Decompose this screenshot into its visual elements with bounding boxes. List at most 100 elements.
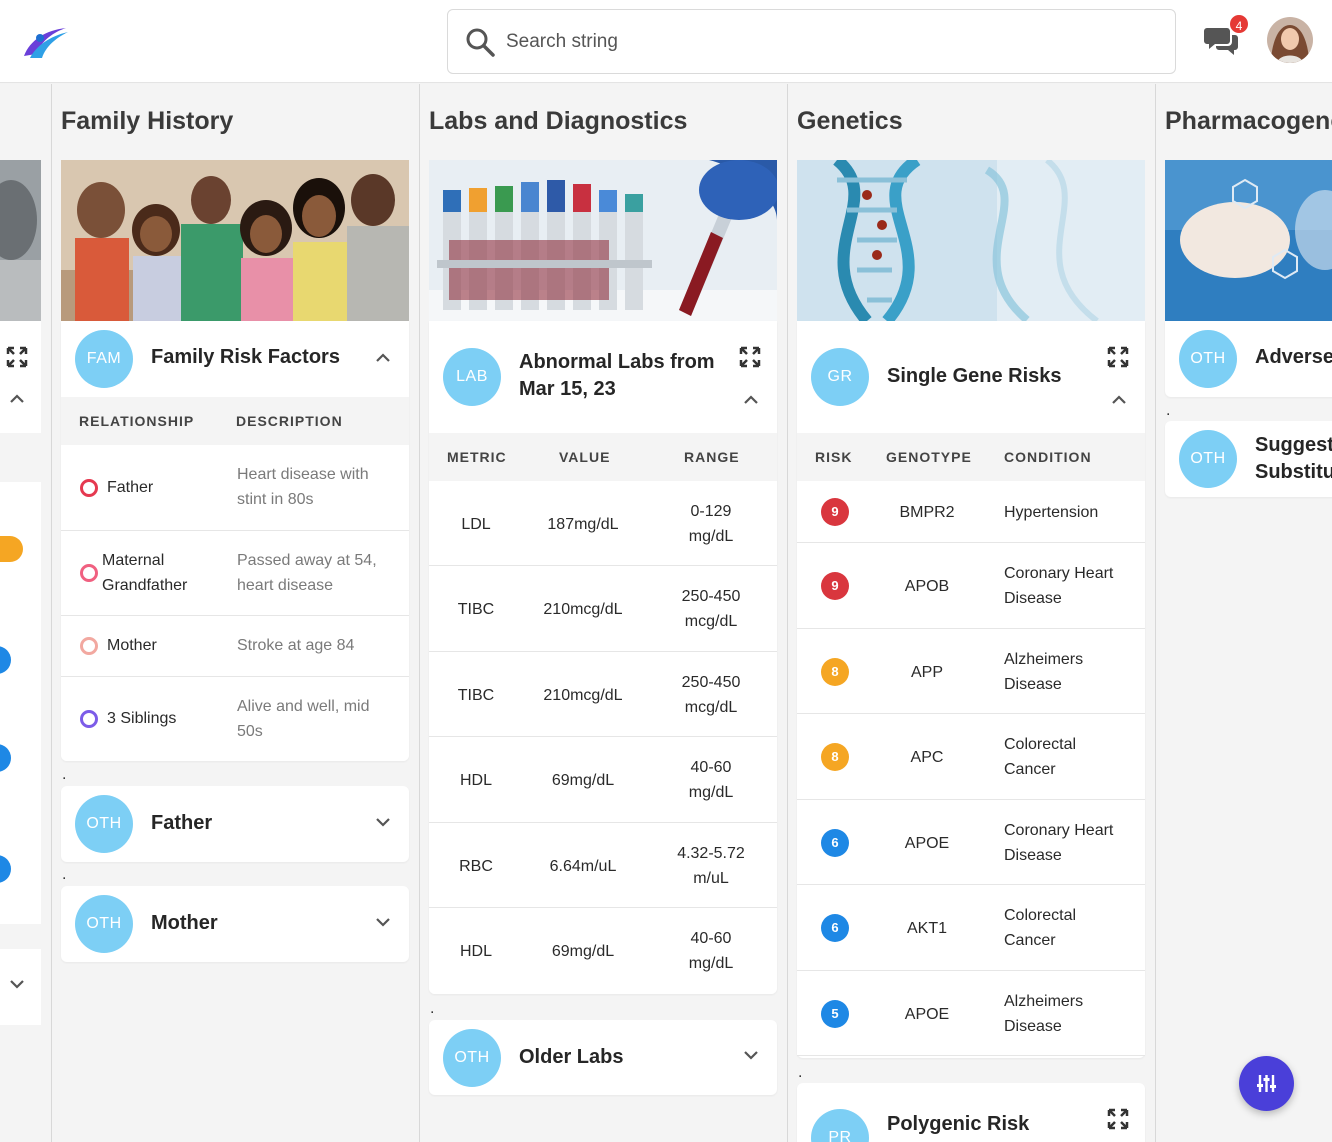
range-cell: 40-60 <box>690 759 732 776</box>
column-labs: Labs and Diagnostics LAB Abnormal Labs f… <box>419 84 788 1142</box>
chevron-down-icon[interactable] <box>375 816 391 828</box>
condition-cell: Colorectal <box>1004 907 1077 924</box>
chevron-down-icon[interactable] <box>375 916 391 928</box>
category-badge: OTH <box>443 1029 501 1087</box>
table-row[interactable]: 6 AKT1 Colorectal Cancer <box>797 885 1145 971</box>
table-header: METRIC VALUE RANGE <box>429 433 777 481</box>
risk-score-badge: 9 <box>821 572 849 600</box>
column-family-history: Family History FAM Family Risk Factors R… <box>51 84 420 1142</box>
relationship-indicator <box>80 564 98 582</box>
table-row[interactable]: HDL 69mg/dL 40-60 mg/dL <box>429 737 777 823</box>
risk-score-badge: 9 <box>821 498 849 526</box>
risk-score-badge: 5 <box>821 1000 849 1028</box>
table-row[interactable]: HDL 69mg/dL 40-60 mg/dL <box>429 908 777 994</box>
genetics-hero-image <box>797 160 1145 321</box>
relationship-cell: 3 Siblings <box>107 710 177 727</box>
adverse-card[interactable]: OTH Adverse <box>1165 321 1332 397</box>
column-header: GENOTYPE <box>886 449 972 465</box>
value-cell: 69mg/dL <box>551 943 615 960</box>
range-unit-cell: mg/dL <box>688 784 734 801</box>
table-row[interactable]: 8 APP Alzheimers Disease <box>797 629 1145 714</box>
father-card[interactable]: OTH Father <box>61 786 409 862</box>
table-row[interactable]: TIBC 210mcg/dL 250-450 mcg/dL <box>429 652 777 737</box>
chevron-down-icon[interactable] <box>743 1049 759 1061</box>
card-title: Mother <box>151 912 218 934</box>
notification-badge: 4 <box>1228 13 1250 35</box>
user-avatar[interactable] <box>1267 17 1313 63</box>
card-title-line: Mar 15, 23 <box>519 378 616 400</box>
older-labs-card[interactable]: OTH Older Labs <box>429 1020 777 1095</box>
range-unit-cell: mcg/dL <box>684 699 738 716</box>
card-title-line: Abnormal Labs from <box>519 351 715 373</box>
search-input[interactable] <box>506 24 1106 60</box>
suggested-substitutions-card[interactable]: OTH Suggested Substitutions <box>1165 421 1332 497</box>
metric-cell: HDL <box>459 943 492 960</box>
value-cell: 210mcg/dL <box>543 687 623 704</box>
genotype-cell: APP <box>910 664 943 681</box>
sliders-icon <box>1257 1075 1276 1092</box>
table-header: RISK GENOTYPE CONDITION <box>797 433 1145 481</box>
table-row[interactable]: 8 APC Colorectal Cancer <box>797 714 1145 800</box>
polygenic-risk-card[interactable]: PR Polygenic Risk <box>797 1083 1145 1142</box>
relationship-cell: Maternal Grandfather <box>102 552 188 594</box>
column-title: Family History <box>61 107 234 135</box>
range-cell: 4.32-5.72 <box>677 845 745 862</box>
table-row[interactable]: 9 APOB Coronary Heart Disease <box>797 543 1145 629</box>
table-row[interactable]: Mother Stroke at age 84 <box>61 616 409 677</box>
condition-cell: Coronary Heart <box>1004 565 1114 582</box>
hero-image <box>0 160 41 321</box>
app-logo[interactable] <box>20 22 70 62</box>
card-title: Polygenic Risk <box>887 1113 1030 1135</box>
expand-icon[interactable] <box>1107 1108 1129 1130</box>
table-row[interactable]: 5 APOE Alzheimers Disease <box>797 971 1145 1056</box>
chevron-up-icon[interactable] <box>743 393 759 405</box>
metric-cell: LDL <box>461 516 491 533</box>
expand-icon[interactable] <box>739 346 761 368</box>
table-row[interactable]: 6 APOE Coronary Heart Disease <box>797 800 1145 885</box>
labs-hero-image <box>429 160 777 321</box>
filter-settings-button[interactable] <box>1239 1056 1294 1111</box>
table-row[interactable]: TIBC 210mcg/dL 250-450 mcg/dL <box>429 566 777 652</box>
expand-icon[interactable] <box>1107 346 1129 368</box>
table-row[interactable]: Father Heart disease with stint in 80s <box>61 445 409 531</box>
genotype-cell: APC <box>910 749 944 766</box>
card-title: Older Labs <box>519 1046 624 1068</box>
chevron-down-icon[interactable] <box>9 978 25 990</box>
chevron-up-icon[interactable] <box>9 392 25 404</box>
range-cell: 250-450 <box>681 588 741 605</box>
condition-cell-line2: Cancer <box>1004 932 1056 949</box>
search-box[interactable] <box>447 9 1176 74</box>
column-header: RISK <box>815 449 853 465</box>
card-title-line: Substitutions <box>1255 461 1332 483</box>
separator: . <box>430 1000 435 1017</box>
value-cell: 187mg/dL <box>547 516 619 533</box>
expand-icon[interactable] <box>6 346 28 368</box>
table-row[interactable]: LDL 187mg/dL 0-129 mg/dL <box>429 481 777 566</box>
table-row[interactable]: 9 BMPR2 Hypertension <box>797 481 1145 543</box>
range-unit-cell: m/uL <box>693 870 729 887</box>
relationship-indicator <box>80 637 98 655</box>
range-cell: 40-60 <box>690 930 732 947</box>
table-row[interactable]: RBC 6.64m/uL 4.32-5.72 m/uL <box>429 823 777 908</box>
risk-score-badge: 6 <box>821 829 849 857</box>
risk-score-badge: 8 <box>821 658 849 686</box>
separator: . <box>62 866 67 883</box>
table-row[interactable]: Maternal Grandfather Passed away at 54, … <box>61 531 409 616</box>
condition-cell-line2: Cancer <box>1004 761 1056 778</box>
metric-cell: HDL <box>459 772 492 789</box>
range-unit-cell: mcg/dL <box>684 613 738 630</box>
category-badge: OTH <box>75 795 133 853</box>
column-header: VALUE <box>559 449 611 465</box>
chevron-up-icon[interactable] <box>1111 393 1127 405</box>
table-row[interactable]: 3 Siblings Alive and well, mid 50s <box>61 677 409 761</box>
card-partial <box>0 321 41 433</box>
risk-score-badge: 8 <box>821 743 849 771</box>
range-cell: 0-129 <box>690 503 732 520</box>
chevron-up-icon[interactable] <box>375 351 391 363</box>
metric-cell: TIBC <box>457 601 495 618</box>
column-pharmacogenomics: Pharmacogenomics OTH Adverse . OTH Sugge… <box>1155 84 1332 1142</box>
genotype-cell: BMPR2 <box>899 504 955 521</box>
mother-card[interactable]: OTH Mother <box>61 886 409 962</box>
condition-cell: Alzheimers <box>1004 651 1084 668</box>
relationship-cell: Father <box>107 479 154 496</box>
